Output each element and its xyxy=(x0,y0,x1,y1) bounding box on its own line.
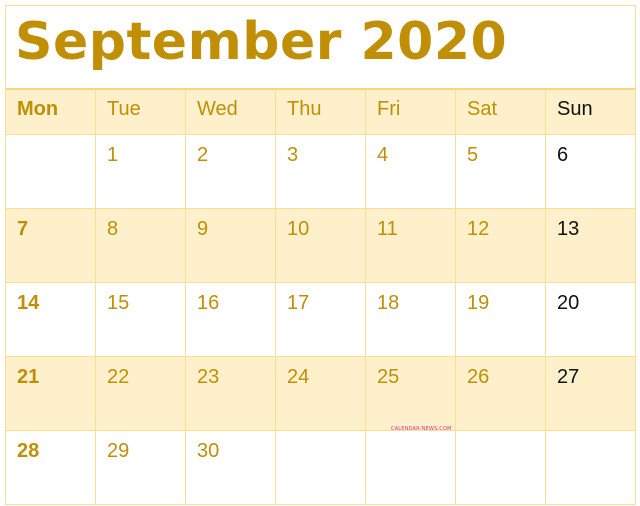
weekday-sat: Sat xyxy=(456,90,546,134)
weekday-mon: Mon xyxy=(6,90,96,134)
watermark: CALENDAR-NEWS.COM xyxy=(391,426,452,432)
day-cell[interactable]: 22 xyxy=(96,357,186,430)
day-number: 28 xyxy=(17,440,40,462)
week-row: 28 29 30 xyxy=(6,431,635,505)
day-cell[interactable]: 2 xyxy=(186,135,276,208)
day-cell[interactable]: 19 xyxy=(456,283,546,356)
day-number: 5 xyxy=(467,144,479,166)
day-number: 9 xyxy=(197,218,209,240)
day-number: 29 xyxy=(107,440,130,462)
day-number: 18 xyxy=(377,292,400,314)
day-number: 3 xyxy=(287,144,299,166)
day-number: 2 xyxy=(197,144,209,166)
day-number: 24 xyxy=(287,366,310,388)
weekday-thu: Thu xyxy=(276,90,366,134)
day-cell[interactable]: 15 xyxy=(96,283,186,356)
day-cell[interactable]: 11 xyxy=(366,209,456,282)
calendar: September 2020 Mon Tue Wed Thu Fri Sat S… xyxy=(5,5,636,505)
day-cell[interactable]: 9 xyxy=(186,209,276,282)
day-number: 17 xyxy=(287,292,310,314)
day-cell[interactable]: 21 xyxy=(6,357,96,430)
week-row: 7 8 9 10 11 12 13 xyxy=(6,209,635,283)
day-number: 11 xyxy=(377,218,398,240)
calendar-grid: Mon Tue Wed Thu Fri Sat Sun 1 2 3 4 5 6 7 8 9 10 1… xyxy=(6,90,635,505)
week-row: 14 15 16 17 18 19 20 xyxy=(6,283,635,357)
day-cell[interactable]: 29 xyxy=(96,431,186,505)
day-cell[interactable]: 30 xyxy=(186,431,276,505)
day-cell[interactable]: 18 xyxy=(366,283,456,356)
week-row: 21 22 23 24 25 26 27 xyxy=(6,357,635,431)
month-title: September 2020 xyxy=(15,12,508,72)
day-cell[interactable]: 4 xyxy=(366,135,456,208)
day-number: 14 xyxy=(17,292,40,314)
day-number: 4 xyxy=(377,144,389,166)
weekday-fri: Fri xyxy=(366,90,456,134)
day-number: 20 xyxy=(557,292,580,314)
day-number: 10 xyxy=(287,218,310,240)
day-cell[interactable]: 3 xyxy=(276,135,366,208)
day-number: 26 xyxy=(467,366,490,388)
day-number: 15 xyxy=(107,292,130,314)
day-cell[interactable]: 17 xyxy=(276,283,366,356)
day-number: 21 xyxy=(17,366,40,388)
day-cell[interactable] xyxy=(456,431,546,505)
day-cell[interactable]: 24 xyxy=(276,357,366,430)
weekday-wed: Wed xyxy=(186,90,276,134)
day-number: 22 xyxy=(107,366,130,388)
day-cell[interactable]: 12 xyxy=(456,209,546,282)
day-cell[interactable]: 28 xyxy=(6,431,96,505)
day-cell[interactable] xyxy=(276,431,366,505)
day-number: 16 xyxy=(197,292,220,314)
day-cell[interactable] xyxy=(546,431,635,505)
weekday-tue: Tue xyxy=(96,90,186,134)
day-cell[interactable]: 1 xyxy=(96,135,186,208)
day-number: 7 xyxy=(17,218,29,240)
day-number: 13 xyxy=(557,218,580,240)
day-cell[interactable]: 10 xyxy=(276,209,366,282)
week-row: 1 2 3 4 5 6 xyxy=(6,135,635,209)
day-number: 1 xyxy=(107,144,119,166)
day-cell[interactable]: 13 xyxy=(546,209,635,282)
day-cell[interactable]: 14 xyxy=(6,283,96,356)
day-cell[interactable]: 8 xyxy=(96,209,186,282)
day-number: 25 xyxy=(377,366,400,388)
day-number: 27 xyxy=(557,366,580,388)
day-cell[interactable] xyxy=(6,135,96,208)
day-cell[interactable]: 25 xyxy=(366,357,456,430)
day-cell[interactable]: 7 xyxy=(6,209,96,282)
weekday-sun: Sun xyxy=(557,98,593,120)
day-cell[interactable]: 6 xyxy=(546,135,635,208)
day-cell[interactable]: 20 xyxy=(546,283,635,356)
title-bar: September 2020 xyxy=(6,6,635,90)
day-cell[interactable] xyxy=(366,431,456,505)
day-number: 12 xyxy=(467,218,490,240)
day-number: 23 xyxy=(197,366,220,388)
day-cell[interactable]: 26 xyxy=(456,357,546,430)
day-number: 8 xyxy=(107,218,119,240)
day-cell[interactable]: 27 xyxy=(546,357,635,430)
weekday-header: Mon Tue Wed Thu Fri Sat Sun xyxy=(6,90,635,135)
day-cell[interactable]: 23 xyxy=(186,357,276,430)
day-number: 6 xyxy=(557,144,569,166)
day-cell[interactable]: 16 xyxy=(186,283,276,356)
day-number: 19 xyxy=(467,292,490,314)
day-number: 30 xyxy=(197,440,220,462)
day-cell[interactable]: 5 xyxy=(456,135,546,208)
